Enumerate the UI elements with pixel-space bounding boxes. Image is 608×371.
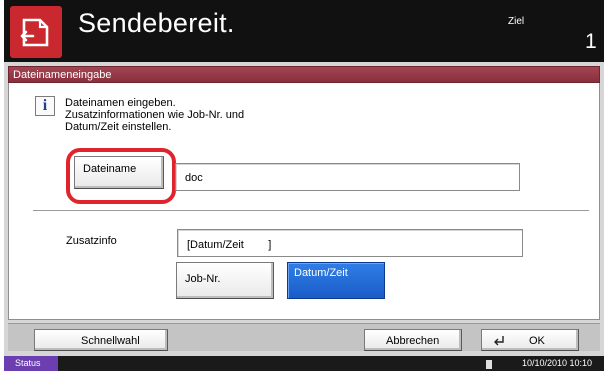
additional-info-value: [Datum/Zeit ] — [187, 239, 272, 251]
info-icon: i — [35, 96, 55, 116]
info-text-line: Dateinamen eingeben. — [65, 97, 176, 109]
page-title: Sendebereit. — [78, 8, 235, 38]
status-button[interactable]: Status — [4, 356, 58, 371]
destination-label: Ziel — [508, 16, 525, 27]
additional-info-label: Zusatzinfo — [66, 235, 117, 247]
ok-button[interactable]: OK — [481, 329, 579, 351]
status-label: Status — [15, 358, 41, 368]
dialog-title-bar: Dateinameneingabe — [8, 66, 600, 83]
job-number-button-label: Job-Nr. — [185, 273, 221, 285]
job-number-button[interactable]: Job-Nr. — [176, 262, 274, 299]
quick-dial-button[interactable]: Schnellwahl — [34, 329, 168, 351]
ok-label: OK — [529, 335, 545, 347]
date-time-button-label: Datum/Zeit — [294, 267, 348, 279]
status-bar: Status 10/10/2010 10:10 — [4, 356, 604, 371]
info-text-line: Datum/Zeit einstellen. — [65, 121, 172, 133]
header-bar: Sendebereit. Ziel 1 — [4, 0, 604, 62]
filename-field[interactable]: doc — [175, 163, 520, 191]
panel-frame: Sendebereit. Ziel 1 Dateinameneingabe i … — [4, 0, 604, 371]
date-time-display: 10/10/2010 10:10 — [522, 358, 593, 368]
date-time-button[interactable]: Datum/Zeit — [287, 262, 385, 299]
send-document-icon — [10, 6, 62, 58]
section-divider — [33, 210, 589, 211]
dialog-title: Dateinameneingabe — [13, 69, 112, 81]
filename-value: doc — [185, 172, 203, 184]
additional-info-field: [Datum/Zeit ] — [177, 229, 523, 257]
status-indicator-icon — [486, 360, 492, 369]
destination-count: 1 — [585, 30, 597, 53]
info-text-line: Zusatzinformationen wie Job-Nr. und — [65, 109, 245, 121]
cancel-label: Abbrechen — [386, 335, 440, 347]
enter-arrow-icon — [494, 336, 504, 346]
highlight-ring — [66, 148, 176, 204]
quick-dial-label: Schnellwahl — [81, 335, 140, 347]
cancel-button[interactable]: Abbrechen — [364, 329, 462, 351]
